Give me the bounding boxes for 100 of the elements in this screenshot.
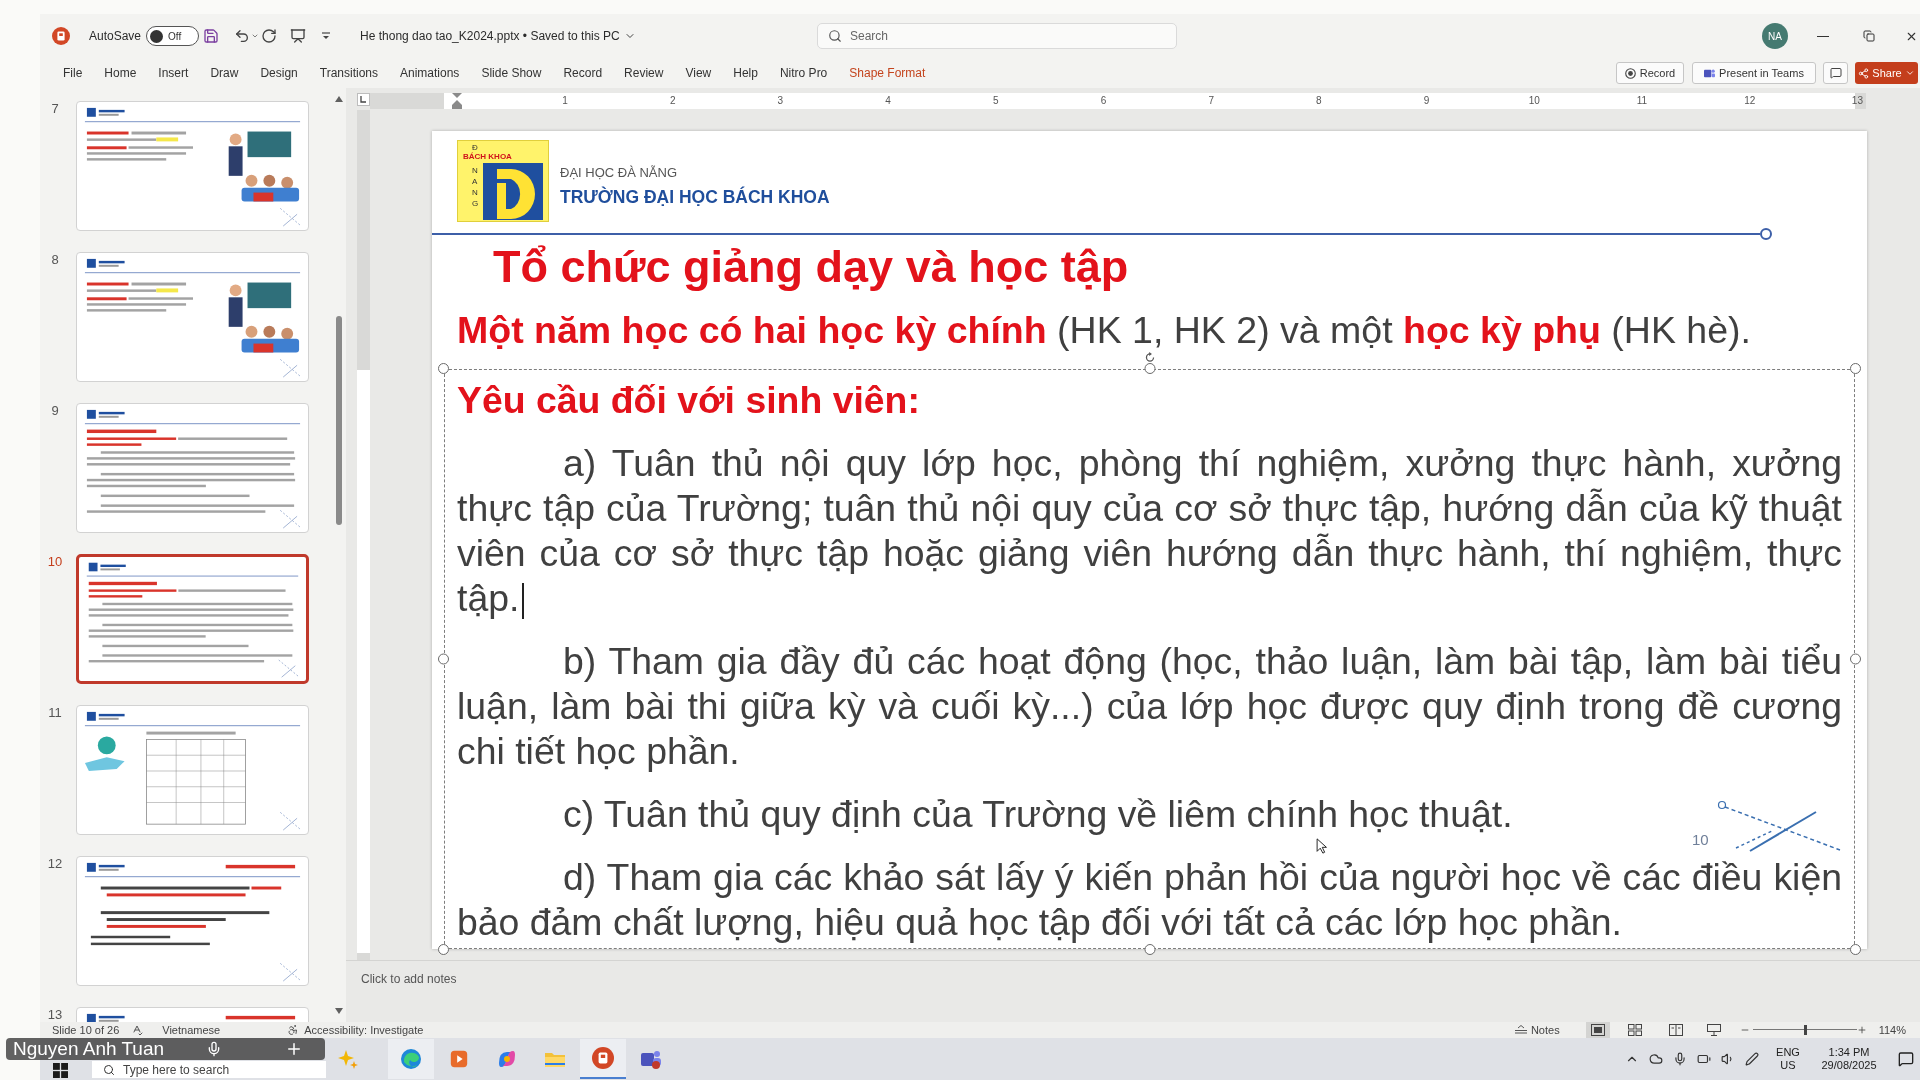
requirement-text: d) Tham gia các khảo sát lấy ý kiến phản hồi của người học về các điều kiện bảo đảm chất lượng, hiệu quả học tập đối với tất cả các lớp học phần. bbox=[457, 855, 1842, 945]
present-in-teams-button[interactable]: Present in Teams bbox=[1692, 62, 1816, 84]
microphone-icon[interactable] bbox=[1673, 1052, 1687, 1066]
taskbar-search-input[interactable]: Type here to search bbox=[123, 1062, 326, 1077]
logo-letter: Đ bbox=[471, 143, 479, 152]
ruler-number: 6 bbox=[1100, 95, 1107, 107]
ribbon-tab[interactable]: Insert bbox=[158, 64, 189, 82]
notes-field[interactable]: Click to add notes bbox=[346, 961, 1920, 1022]
ribbon-tab[interactable]: Help bbox=[733, 64, 758, 82]
ribbon-tab[interactable]: Design bbox=[260, 64, 298, 82]
ribbon-tab[interactable]: Home bbox=[104, 64, 137, 82]
university-name: ĐẠI HỌC ĐÀ NẴNG bbox=[560, 165, 678, 181]
notes-button[interactable]: Notes bbox=[1512, 1022, 1562, 1038]
line-end-handle[interactable] bbox=[1760, 228, 1772, 240]
share-icon bbox=[1858, 67, 1870, 79]
ribbon-tab[interactable]: Record bbox=[563, 64, 603, 82]
ribbon-tab[interactable]: Slide Show bbox=[481, 64, 542, 82]
spellcheck-icon[interactable] bbox=[131, 1024, 144, 1036]
redo-icon[interactable] bbox=[261, 28, 278, 44]
autosave-toggle[interactable]: Off bbox=[146, 26, 200, 46]
taskbar-button[interactable] bbox=[388, 1039, 434, 1079]
customize-menu-icon[interactable] bbox=[320, 30, 333, 42]
ribbon-tab[interactable]: Draw bbox=[210, 64, 239, 82]
search-icon bbox=[828, 29, 842, 43]
resize-handle[interactable] bbox=[1850, 363, 1861, 374]
language-label[interactable]: Vietnamese bbox=[162, 1023, 221, 1037]
zoom-slider-thumb[interactable] bbox=[1804, 1025, 1808, 1035]
tab-stop-icon[interactable] bbox=[357, 93, 370, 106]
comment-icon bbox=[1829, 67, 1842, 79]
comments-button[interactable] bbox=[1823, 62, 1848, 84]
ribbon-tab[interactable]: View bbox=[685, 64, 712, 82]
resize-handle[interactable] bbox=[1144, 944, 1155, 955]
add-icon[interactable] bbox=[285, 1040, 303, 1058]
ribbon-tab[interactable]: Review bbox=[624, 64, 664, 82]
presentation-app-icon[interactable] bbox=[592, 1047, 614, 1069]
ribbon-tab[interactable]: Shape Format bbox=[849, 64, 926, 82]
ribbon-tab[interactable]: Nitro Pro bbox=[779, 64, 828, 82]
resize-handle[interactable] bbox=[438, 363, 449, 374]
accessibility-icon[interactable] bbox=[287, 1024, 300, 1036]
ruler-number: 7 bbox=[1208, 95, 1214, 107]
slide-number: 9 bbox=[50, 403, 60, 419]
rotate-icon[interactable] bbox=[1144, 352, 1155, 363]
accessibility-status[interactable]: Accessibility: Investigate bbox=[304, 1023, 424, 1037]
slide-number: 11 bbox=[47, 705, 63, 721]
scrollbar-thumb[interactable] bbox=[335, 316, 342, 525]
taskbar-search-field[interactable]: Type here to search bbox=[92, 1061, 326, 1078]
restore-icon bbox=[1863, 30, 1875, 42]
undo-icon[interactable] bbox=[234, 28, 251, 44]
search-input[interactable]: Search bbox=[850, 27, 1176, 45]
projector-screen-icon bbox=[1706, 1024, 1721, 1036]
cloud-icon[interactable] bbox=[1649, 1052, 1663, 1066]
zoom-in-icon[interactable] bbox=[1856, 1025, 1867, 1035]
share-button[interactable]: Share bbox=[1855, 62, 1918, 84]
toggle-knob-icon bbox=[150, 29, 164, 43]
notification-icon[interactable] bbox=[1898, 1051, 1914, 1067]
taskbar-button[interactable] bbox=[580, 1039, 626, 1079]
ribbon-tab[interactable]: Animations bbox=[400, 64, 460, 82]
user-avatar[interactable]: NA bbox=[1762, 23, 1788, 49]
ruler-number: 12 bbox=[1744, 95, 1756, 107]
input-language[interactable]: ENG bbox=[1776, 1046, 1800, 1059]
presentation-icon[interactable] bbox=[290, 28, 307, 44]
caret-icon[interactable] bbox=[251, 32, 260, 40]
requirement-text: c) Tuân thủ quy định của Trường về liêm chính học thuật. bbox=[562, 792, 1513, 837]
autosave-label: AutoSave bbox=[89, 28, 142, 45]
zoom-slider[interactable] bbox=[1752, 1025, 1857, 1035]
scroll-down-icon[interactable] bbox=[334, 1008, 343, 1014]
slide-number: 8 bbox=[50, 252, 60, 268]
zoom-percentage[interactable]: 114% bbox=[1878, 1023, 1906, 1037]
resize-handle[interactable] bbox=[438, 944, 449, 955]
start-icon[interactable] bbox=[53, 1063, 68, 1078]
ruler-number: 4 bbox=[885, 95, 891, 107]
ribbon-tab[interactable]: File bbox=[63, 64, 83, 82]
reading-view-icon bbox=[1668, 1024, 1683, 1036]
pen-icon[interactable] bbox=[1745, 1052, 1759, 1066]
save-icon[interactable] bbox=[203, 28, 220, 44]
battery-icon[interactable] bbox=[1697, 1052, 1711, 1066]
clock-date[interactable]: 29/08/2025 bbox=[1821, 1059, 1877, 1072]
logo-text: NANG bbox=[472, 165, 480, 210]
folder-icon bbox=[544, 1050, 566, 1068]
logo-emblem-icon bbox=[483, 163, 543, 220]
slide-number: 12 bbox=[46, 856, 64, 872]
search-field[interactable]: Search bbox=[817, 23, 1177, 49]
document-title[interactable]: He thong dao tao_K2024.pptx • Saved to this PC bbox=[360, 27, 620, 45]
scroll-up-icon[interactable] bbox=[334, 96, 343, 102]
indent-marker-icon[interactable] bbox=[452, 93, 462, 109]
input-region[interactable]: US bbox=[1780, 1059, 1796, 1072]
caret-icon bbox=[1904, 68, 1915, 78]
resize-handle[interactable] bbox=[1850, 653, 1861, 665]
people-tile-icon bbox=[1704, 67, 1716, 79]
presentation-app-icon[interactable] bbox=[52, 27, 70, 45]
ruler-number: 13 bbox=[1851, 95, 1863, 107]
school-name: TRƯỜNG ĐẠI HỌC BÁCH KHOA bbox=[560, 186, 830, 208]
slide-thumbnail[interactable] bbox=[76, 554, 309, 684]
record-button[interactable]: Record bbox=[1616, 62, 1684, 84]
ribbon-tab[interactable]: Transitions bbox=[319, 64, 378, 82]
resize-handle[interactable] bbox=[438, 653, 449, 665]
clock-time[interactable]: 1:34 PM bbox=[1828, 1046, 1870, 1059]
view-button[interactable] bbox=[1585, 1022, 1610, 1038]
resize-handle[interactable] bbox=[1144, 363, 1155, 374]
resize-handle[interactable] bbox=[1850, 944, 1861, 955]
